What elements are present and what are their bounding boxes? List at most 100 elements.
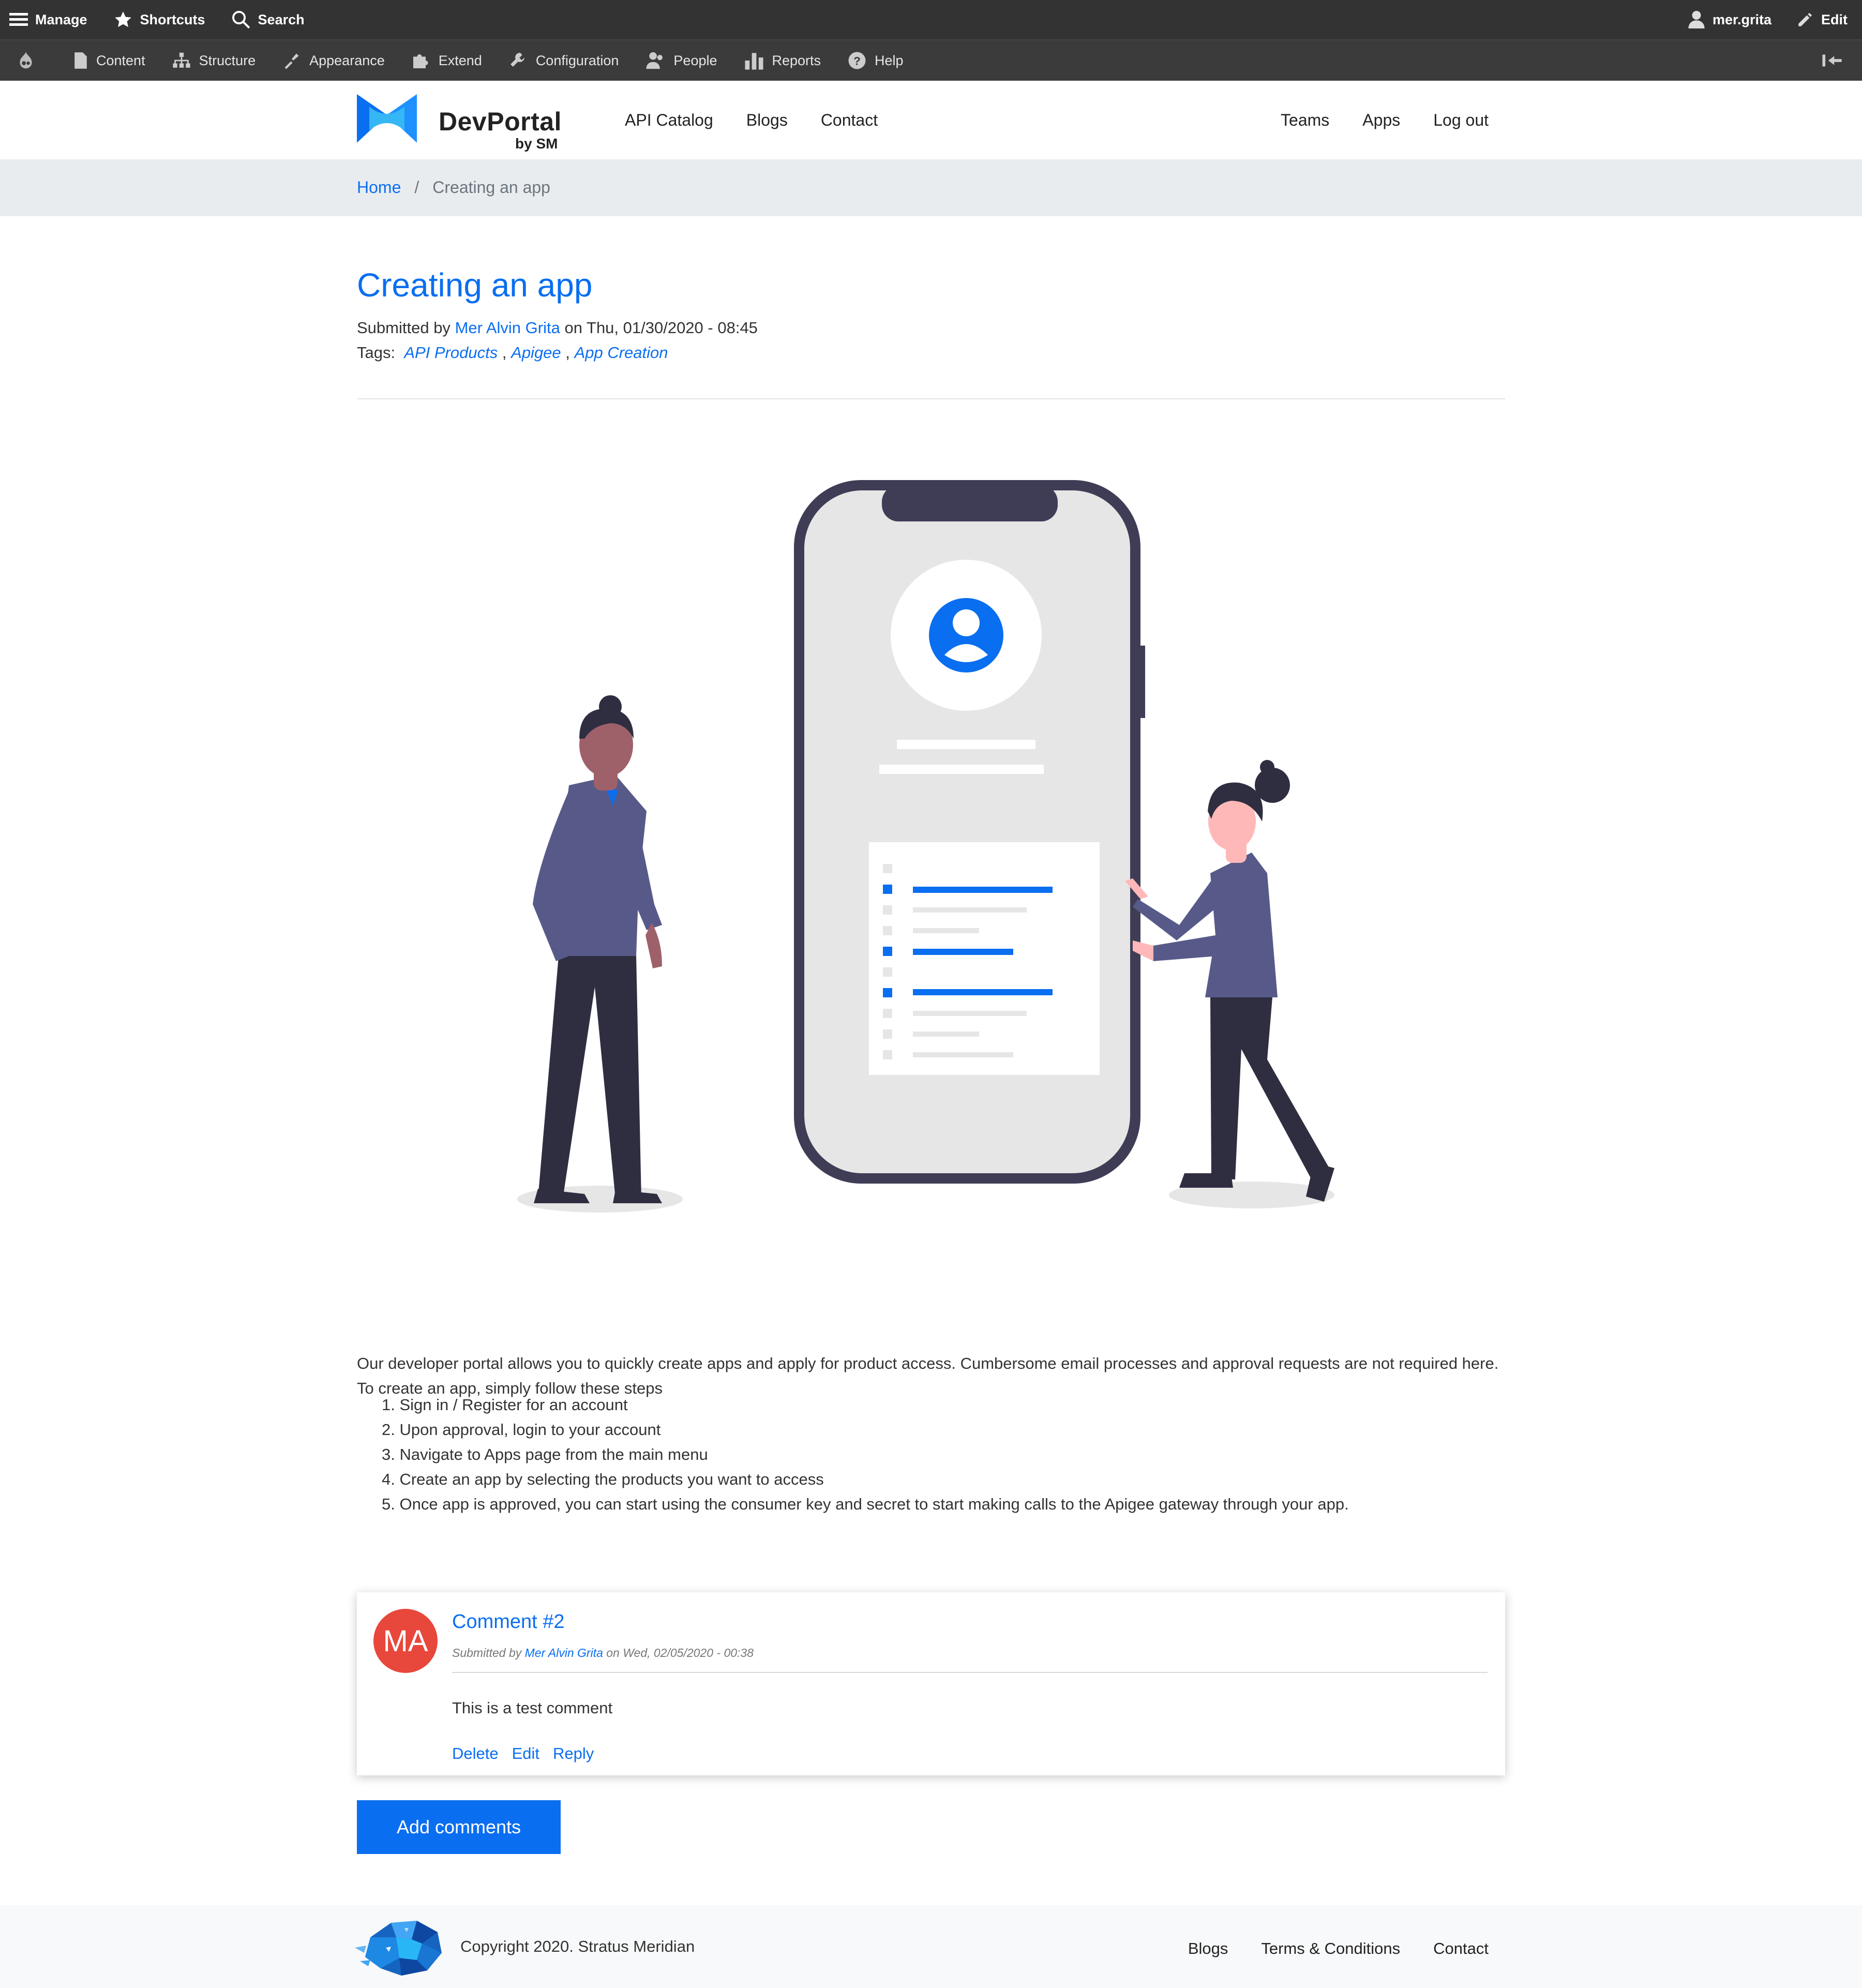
article-date: on Thu, 01/30/2020 - 08:45 [564,319,758,337]
comment-author-link[interactable]: Mer Alvin Grita [525,1646,603,1660]
collapse-left-icon [1822,54,1842,67]
document-icon [74,52,87,69]
comment-meta: Submitted by Mer Alvin Grita on Wed, 02/… [452,1646,754,1660]
hamburger-icon [9,13,28,26]
tray-appearance[interactable]: Appearance [282,51,385,70]
tray-configuration[interactable]: Configuration [509,51,619,70]
sitemap-icon [172,52,190,68]
manage-label: Manage [35,11,87,27]
tag-link[interactable]: App Creation [575,343,668,362]
edit-mode-button[interactable]: Edit [1796,11,1848,28]
nav-api-catalog[interactable]: API Catalog [625,111,713,130]
comment-date: on Wed, 02/05/2020 - 00:38 [606,1646,754,1660]
comment-edit-link[interactable]: Edit [512,1744,539,1763]
footer-nav: Blogs Terms & Conditions Contact [1155,1939,1489,1958]
user-nav: Teams Apps Log out [1248,111,1489,130]
site-footer: Copyright 2020. Stratus Meridian Blogs T… [0,1905,1862,1988]
list-item: 4. Create an app by selecting the produc… [382,1470,824,1488]
page-title: Creating an app [357,266,593,304]
app-illustration [517,480,1334,1213]
tray-orientation-toggle[interactable] [1822,53,1851,68]
breadcrumb-bar: Home / Creating an app [0,159,1862,216]
user-account-button[interactable]: mer.grita [1688,10,1771,29]
tray-appearance-label: Appearance [309,52,385,68]
star-icon [114,11,131,27]
tray-reports[interactable]: Reports [744,51,821,70]
article-meta: Submitted by Mer Alvin Grita on Thu, 01/… [357,319,758,337]
comment-body: This is a test comment [452,1699,613,1717]
comment-title[interactable]: Comment #2 [452,1611,565,1633]
help-icon: ? [848,52,866,69]
shortcuts-label: Shortcuts [140,11,205,27]
search-button[interactable]: Search [231,10,305,29]
steps-list: 1. Sign in / Register for an account 2. … [382,1393,1349,1517]
site-header: DevPortal by SM API Catalog Blogs Contac… [0,81,1862,159]
submitted-by-label: Submitted by [357,319,451,337]
footer-link-contact[interactable]: Contact [1433,1939,1489,1958]
drupal-home-button[interactable] [18,51,42,70]
add-comments-button[interactable]: Add comments [357,1800,561,1854]
comment-divider [452,1672,1488,1673]
tag-link[interactable]: Apigee [511,343,561,362]
svg-text:?: ? [853,54,861,67]
breadcrumb-current: Creating an app [432,178,550,197]
wrench-icon [510,53,524,67]
tray-configuration-label: Configuration [535,52,619,68]
manage-button[interactable]: Manage [9,12,87,28]
shortcuts-button[interactable]: Shortcuts [113,10,205,29]
tags-label: Tags: [357,343,396,362]
tray-reports-label: Reports [772,52,821,68]
article-divider [357,398,1505,399]
logo-name: DevPortal [439,107,562,136]
copyright-text: Copyright 2020. Stratus Meridian [460,1937,695,1955]
search-icon [232,11,250,29]
breadcrumb-home[interactable]: Home [357,178,401,197]
tray-help-label: Help [875,52,904,68]
site-logo[interactable]: DevPortal by SM [357,94,561,152]
drupal-drop-icon [20,52,32,69]
nav-logout[interactable]: Log out [1433,111,1489,130]
footer-link-terms[interactable]: Terms & Conditions [1261,1939,1400,1958]
search-label: Search [258,11,305,27]
nav-teams[interactable]: Teams [1281,111,1329,130]
tray-content-label: Content [96,52,145,68]
devportal-logo-icon [357,94,417,143]
footer-link-blogs[interactable]: Blogs [1188,1939,1228,1958]
tray-content[interactable]: Content [73,52,145,69]
tray-people-label: People [673,52,717,68]
breadcrumb: Home / Creating an app [357,178,550,197]
edit-label: Edit [1821,11,1848,27]
avatar: MA [373,1609,438,1673]
nav-apps[interactable]: Apps [1362,111,1400,130]
admin-tray: Content Structure Appearance Extend Conf… [0,40,1862,81]
brush-icon [284,53,299,69]
tray-extend[interactable]: Extend [412,51,482,70]
comment-reply-link[interactable]: Reply [553,1744,594,1763]
user-icon [1688,11,1705,28]
tray-help[interactable]: ? Help [848,51,904,70]
main-nav: API Catalog Blogs Contact [625,111,911,130]
comment-delete-link[interactable]: Delete [452,1744,499,1763]
tag-separator: , [502,343,507,362]
tag-link[interactable]: API Products [404,343,498,362]
tray-people[interactable]: People [645,51,717,70]
stratus-meridian-logo-icon [355,1921,442,1976]
list-item: 3. Navigate to Apps page from the main m… [382,1445,708,1463]
tray-structure[interactable]: Structure [172,52,256,69]
author-link[interactable]: Mer Alvin Grita [455,319,560,337]
article-tags: Tags: API Products , Apigee , App Creati… [357,343,668,362]
nav-contact[interactable]: Contact [821,111,878,130]
nav-blogs[interactable]: Blogs [746,111,788,130]
tag-separator: , [565,343,570,362]
people-icon [646,52,663,69]
breadcrumb-separator: / [414,178,419,197]
comment-card: MA Comment #2 Submitted by Mer Alvin Gri… [357,1592,1505,1775]
puzzle-icon [413,54,428,68]
comment-submitted-by: Submitted by [452,1646,522,1660]
list-item: 2. Upon approval, login to your account [382,1421,661,1439]
pencil-icon [1798,12,1812,26]
tray-extend-label: Extend [438,52,482,68]
comment-actions: Delete Edit Reply [452,1744,607,1763]
bar-chart-icon [744,53,763,70]
list-item: 5. Once app is approved, you can start u… [382,1495,1349,1513]
